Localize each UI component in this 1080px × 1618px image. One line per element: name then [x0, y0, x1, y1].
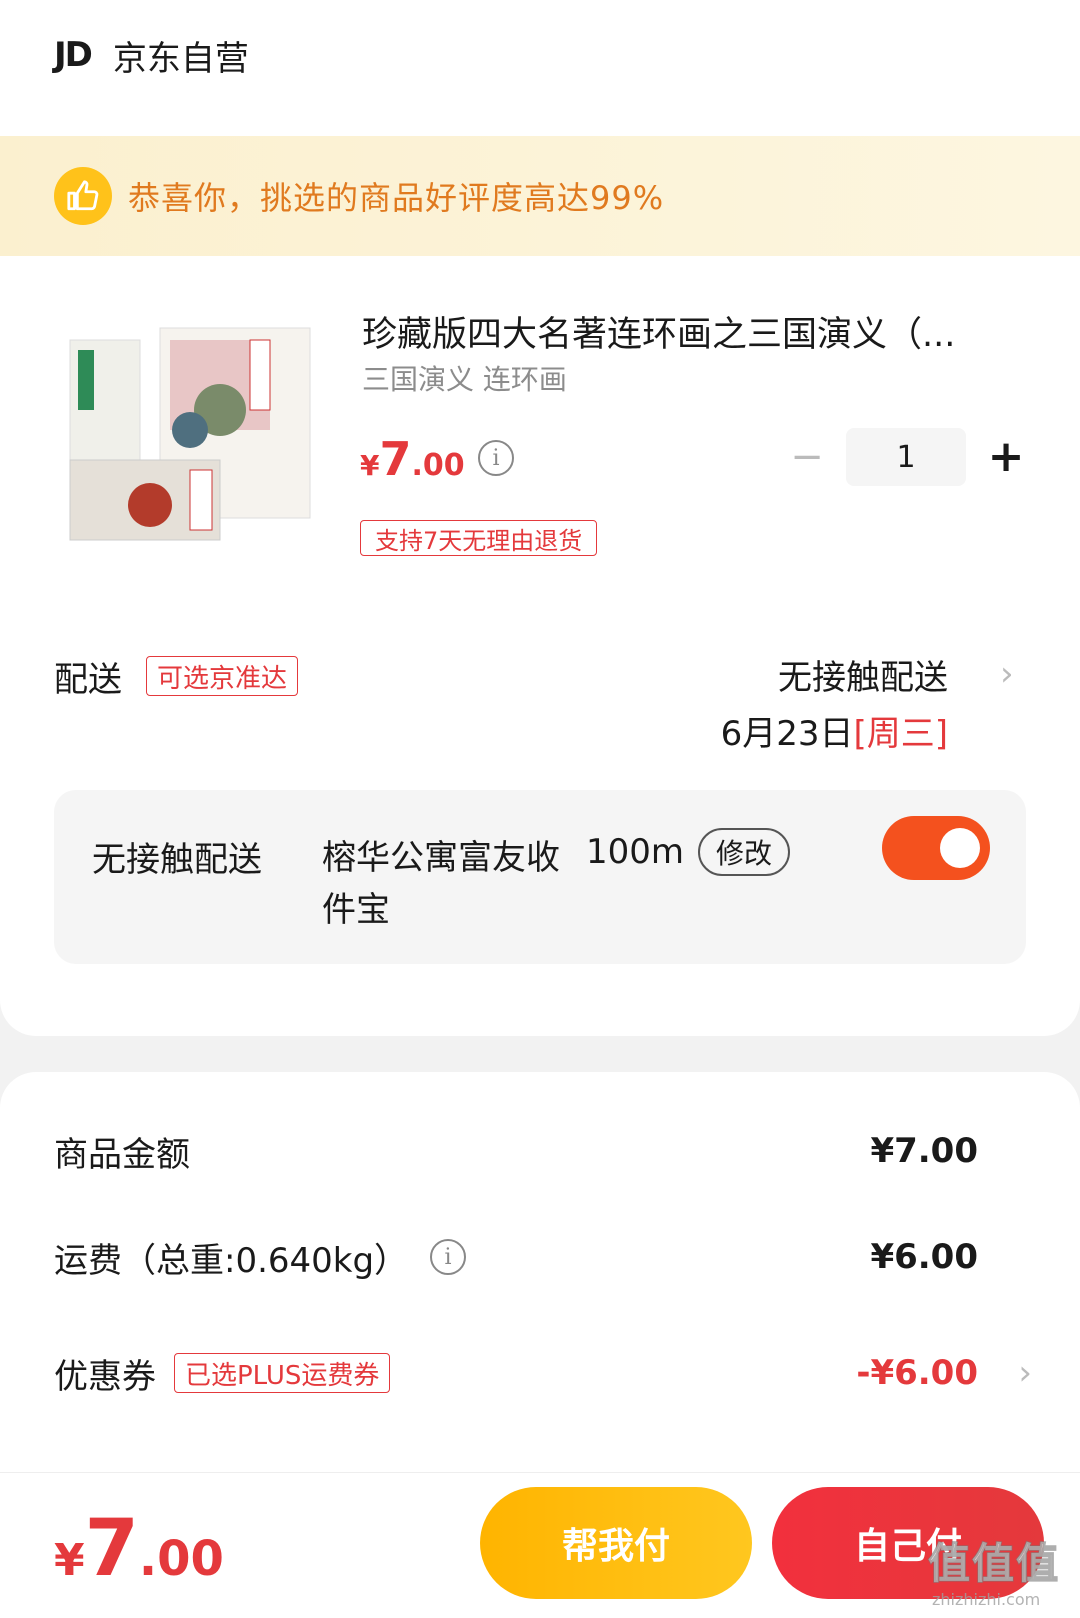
goods-amount-value: ¥7.00	[870, 1131, 978, 1171]
product-price: ¥ 7 .00	[360, 432, 465, 486]
banner-text: 恭喜你，挑选的商品好评度高达99%	[128, 179, 665, 217]
price-integer: 7	[379, 432, 412, 486]
total-price: ¥ 7 .00	[54, 1509, 224, 1589]
goods-amount-row: 商品金额 ¥7.00	[54, 1126, 1034, 1176]
quantity-input[interactable]: 1	[846, 428, 966, 486]
toggle-knob	[940, 828, 980, 868]
watermark-url: zhizhizhi.com	[932, 1590, 1041, 1609]
coupon-row[interactable]: 优惠券 已选PLUS运费券 -¥6.00 ›	[54, 1348, 1034, 1398]
total-decimal: .00	[138, 1531, 224, 1587]
shipping-date[interactable]: 6月23日[周三]	[721, 706, 948, 755]
checkout-bar: ¥ 7 .00 帮我付 自己付	[0, 1472, 1080, 1618]
shop-header: JD 京东自营	[54, 30, 249, 80]
product-image[interactable]	[60, 320, 330, 550]
fee-card: 商品金额 ¥7.00 运费（总重:0.640kg） i ¥6.00 优惠券 已选…	[0, 1072, 1080, 1472]
contactless-label: 无接触配送	[92, 840, 262, 880]
order-card: JD 京东自营 恭喜你，挑选的商品好评度高达99% 珍藏版四大名著连环画之三国演…	[0, 0, 1080, 1036]
shop-name[interactable]: 京东自营	[113, 31, 249, 80]
contactless-address: 榕华公寓富友收件宝	[322, 838, 560, 930]
coupon-label: 优惠券	[54, 1356, 156, 1397]
shipping-option-tag: 可选京准达	[146, 656, 299, 696]
rating-banner: 恭喜你，挑选的商品好评度高达99%	[0, 136, 1080, 256]
jd-logo: JD	[54, 35, 93, 75]
product-title[interactable]: 珍藏版四大名著连环画之三国演义（...	[362, 306, 1022, 357]
contactless-delivery-panel: 无接触配送 榕华公寓富友收件宝 100m 修改	[54, 790, 1026, 964]
total-integer: 7	[84, 1504, 139, 1594]
total-symbol: ¥	[54, 1535, 85, 1586]
freight-label: 运费（总重:0.640kg）	[54, 1240, 409, 1281]
freight-row: 运费（总重:0.640kg） i ¥6.00	[54, 1232, 1034, 1282]
edit-address-button[interactable]: 修改	[698, 828, 791, 876]
shipping-chevron-icon[interactable]: ›	[1000, 654, 1014, 694]
freight-value: ¥6.00	[870, 1237, 978, 1277]
watermark-logo: 值值值	[927, 1538, 1061, 1589]
price-info-icon[interactable]: i	[478, 440, 514, 476]
return-policy-tag: 支持7天无理由退货	[360, 520, 598, 556]
coupon-value: -¥6.00	[856, 1353, 978, 1393]
contactless-distance: 100m	[586, 832, 685, 872]
shipping-label: 配送	[54, 660, 122, 700]
product-subtitle: 三国演义 连环画	[362, 363, 567, 396]
shipping-weekday: [周三]	[853, 714, 948, 754]
coupon-chevron-icon[interactable]: ›	[1018, 1353, 1032, 1393]
freight-info-icon[interactable]: i	[430, 1239, 467, 1275]
contactless-toggle[interactable]	[882, 816, 990, 880]
price-symbol: ¥	[360, 449, 380, 482]
shipping-date-text: 6月23日	[720, 714, 854, 754]
quantity-decrease-button[interactable]: −	[790, 434, 824, 480]
coupon-tag: 已选PLUS运费券	[174, 1353, 391, 1393]
goods-amount-label: 商品金额	[54, 1134, 190, 1175]
thumbs-up-icon	[54, 167, 112, 225]
shipping-method[interactable]: 无接触配送	[778, 650, 948, 699]
quantity-increase-button[interactable]: +	[986, 431, 1026, 482]
help-me-pay-button[interactable]: 帮我付	[480, 1487, 752, 1599]
price-decimal: .00	[411, 448, 465, 483]
